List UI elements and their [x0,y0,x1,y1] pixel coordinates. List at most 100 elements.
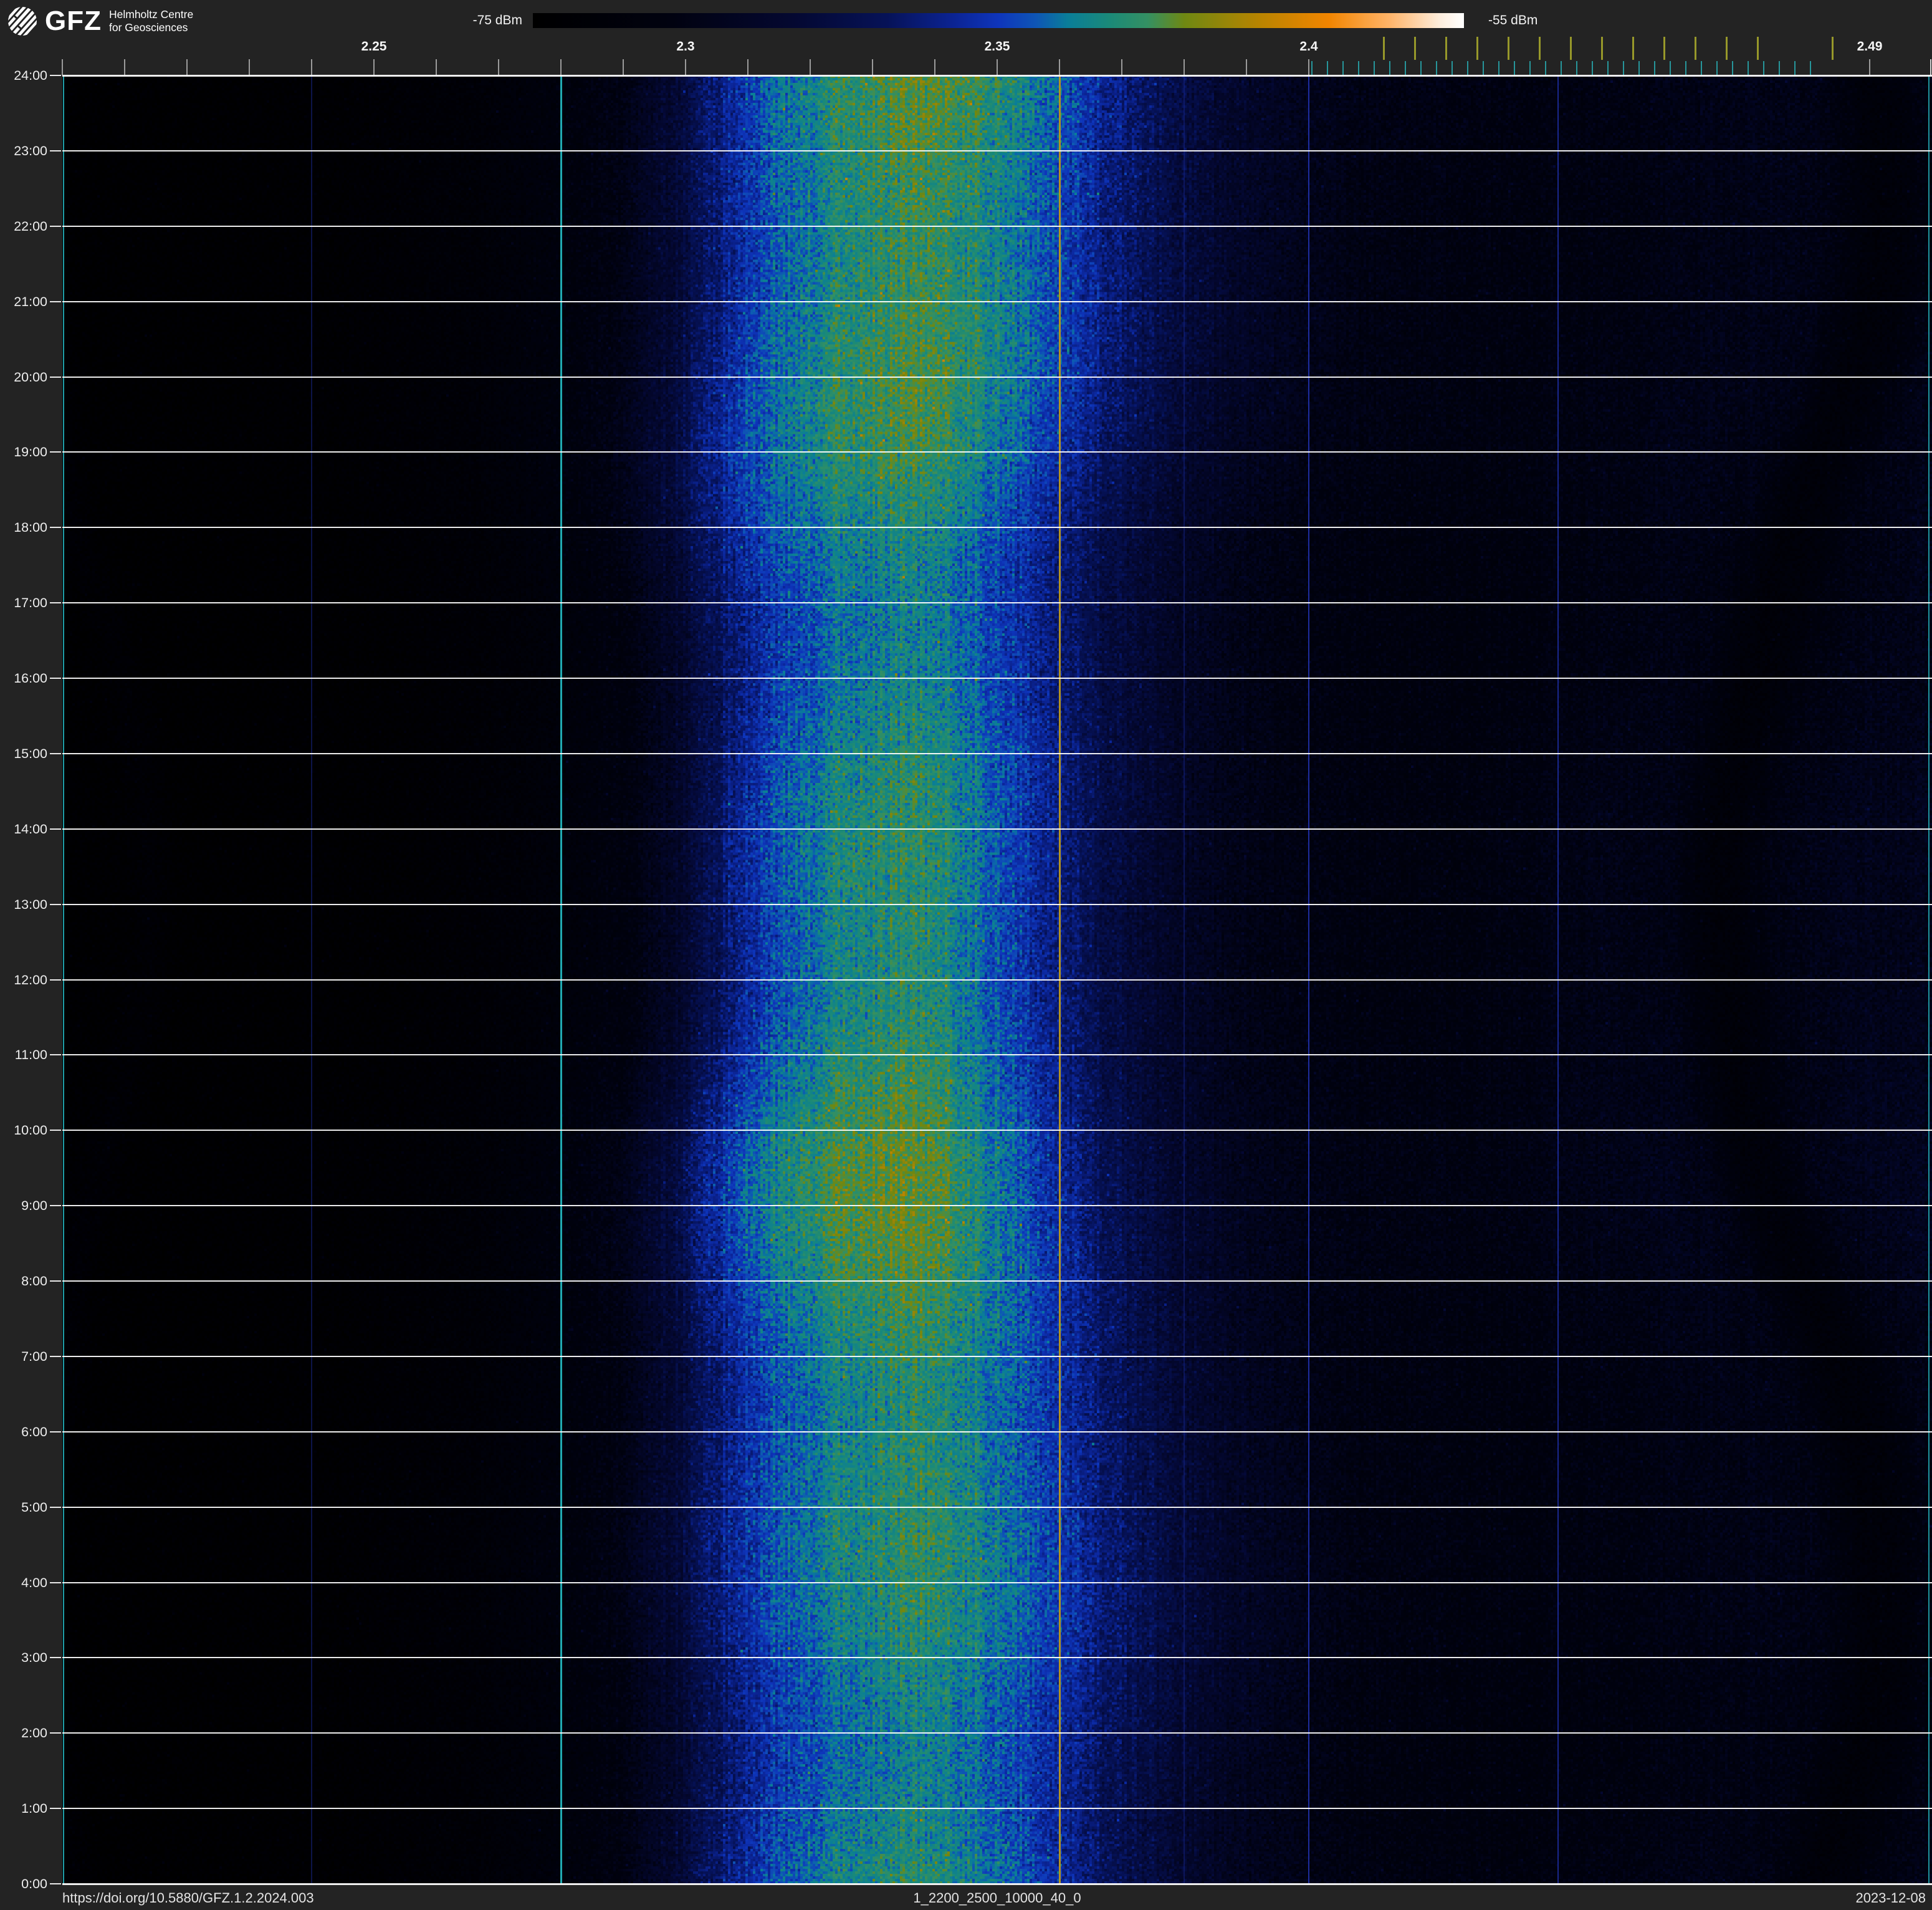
ism-band-tick [1514,61,1515,75]
wifi-channel-tick [1663,37,1665,60]
ism-band-tick [1748,61,1749,75]
time-tick-label: 8:00 [21,1274,47,1289]
hour-gridline [62,1130,1932,1131]
time-tick-label: 14:00 [14,821,47,837]
time-tick-label: 7:00 [21,1348,47,1364]
freq-minor-tick [1246,59,1247,75]
wifi-channel-tick [1476,37,1478,60]
colorbar-min-label: -75 dBm [472,13,522,27]
time-tick-label: 5:00 [21,1499,47,1515]
time-tick [50,1054,61,1056]
ism-band-tick [1436,61,1437,75]
ism-band-tick [1607,61,1609,75]
time-tick-label: 20:00 [14,369,47,385]
time-tick [50,1657,61,1659]
hour-gridline [62,828,1932,830]
freq-minor-tick [810,59,811,75]
ism-band-tick [1701,61,1702,75]
time-tick-label: 17:00 [14,595,47,611]
hour-gridline [62,74,1932,77]
time-tick [50,678,61,679]
ism-band-tick [1763,61,1764,75]
hour-gridline [62,451,1932,453]
freq-major-tick [997,59,998,75]
time-tick-label: 3:00 [21,1650,47,1666]
ism-band-tick [1467,61,1468,75]
time-tick-label: 4:00 [21,1575,47,1590]
time-tick [50,1732,61,1734]
ism-band-tick [1670,61,1671,75]
freq-minor-tick [311,59,312,75]
hour-gridline [62,1054,1932,1056]
freq-minor-tick [747,59,748,75]
ism-band-tick [1794,61,1796,75]
ism-band-tick [1732,61,1733,75]
freq-major-tick [1869,59,1870,75]
ism-band-tick [1592,61,1593,75]
time-tick [50,225,61,227]
time-tick [50,1280,61,1282]
time-tick [50,150,61,151]
ism-band-tick [1576,61,1577,75]
hour-gridline [62,300,1932,302]
wifi-channel-tick [1382,37,1385,60]
ism-band-tick [1420,61,1422,75]
ism-band-tick [1638,61,1640,75]
ism-band-tick [1545,61,1546,75]
freq-minor-tick [1184,59,1185,75]
freq-minor-tick [436,59,437,75]
freq-minor-tick [62,59,63,75]
freq-tick-label: 2.3 [676,39,695,54]
hour-gridline [62,1581,1932,1583]
dataset-id-text: 1_2200_2500_10000_40_0 [913,1890,1081,1906]
freq-tick-label: 2.25 [361,39,387,54]
hour-gridline [62,527,1932,529]
time-tick [50,300,61,302]
hour-gridline [62,678,1932,679]
time-tick-label: 16:00 [14,671,47,686]
ism-band-tick [1311,61,1313,75]
ism-band-tick [1374,61,1375,75]
wifi-channel-tick [1600,37,1603,60]
freq-minor-tick [186,59,188,75]
hour-gridline [62,979,1932,981]
hour-gridline [62,1205,1932,1207]
hour-gridline [62,1883,1932,1885]
brand-subtitle: Helmholtz Centre for Geosciences [108,8,194,34]
time-tick-label: 9:00 [21,1198,47,1214]
hour-gridline [62,1506,1932,1508]
hour-gridline [62,1431,1932,1432]
time-tick-label: 10:00 [14,1123,47,1138]
ism-band-tick [1810,61,1811,75]
time-tick [50,979,61,981]
time-tick [50,1506,61,1508]
time-tick-label: 6:00 [21,1424,47,1439]
freq-major-tick [1308,59,1309,75]
freq-major-tick [685,59,686,75]
hour-gridline [62,1808,1932,1810]
hour-gridline [62,1355,1932,1357]
wifi-channel-tick [1831,37,1834,60]
axis-end-tick [1930,59,1931,75]
hour-gridline [62,150,1932,151]
time-tick [50,752,61,754]
hour-gridline [62,903,1932,905]
ism-band-tick [1654,61,1655,75]
freq-tick-label: 2.49 [1857,39,1883,54]
ism-band-tick [1529,61,1531,75]
time-tick-label: 21:00 [14,294,47,309]
freq-minor-tick [623,59,624,75]
freq-minor-tick [249,59,250,75]
brand-text: GFZ [45,6,102,36]
freq-minor-tick [1121,59,1122,75]
time-tick [50,1130,61,1131]
hour-gridline [62,1280,1932,1282]
ism-band-tick [1779,61,1780,75]
freq-minor-tick [560,59,562,75]
time-tick-label: 11:00 [14,1047,47,1063]
ism-band-tick [1389,61,1390,75]
time-tick-label: 15:00 [14,746,47,761]
time-tick-label: 24:00 [14,68,47,83]
wifi-channel-tick [1725,37,1728,60]
freq-minor-tick [1059,59,1060,75]
